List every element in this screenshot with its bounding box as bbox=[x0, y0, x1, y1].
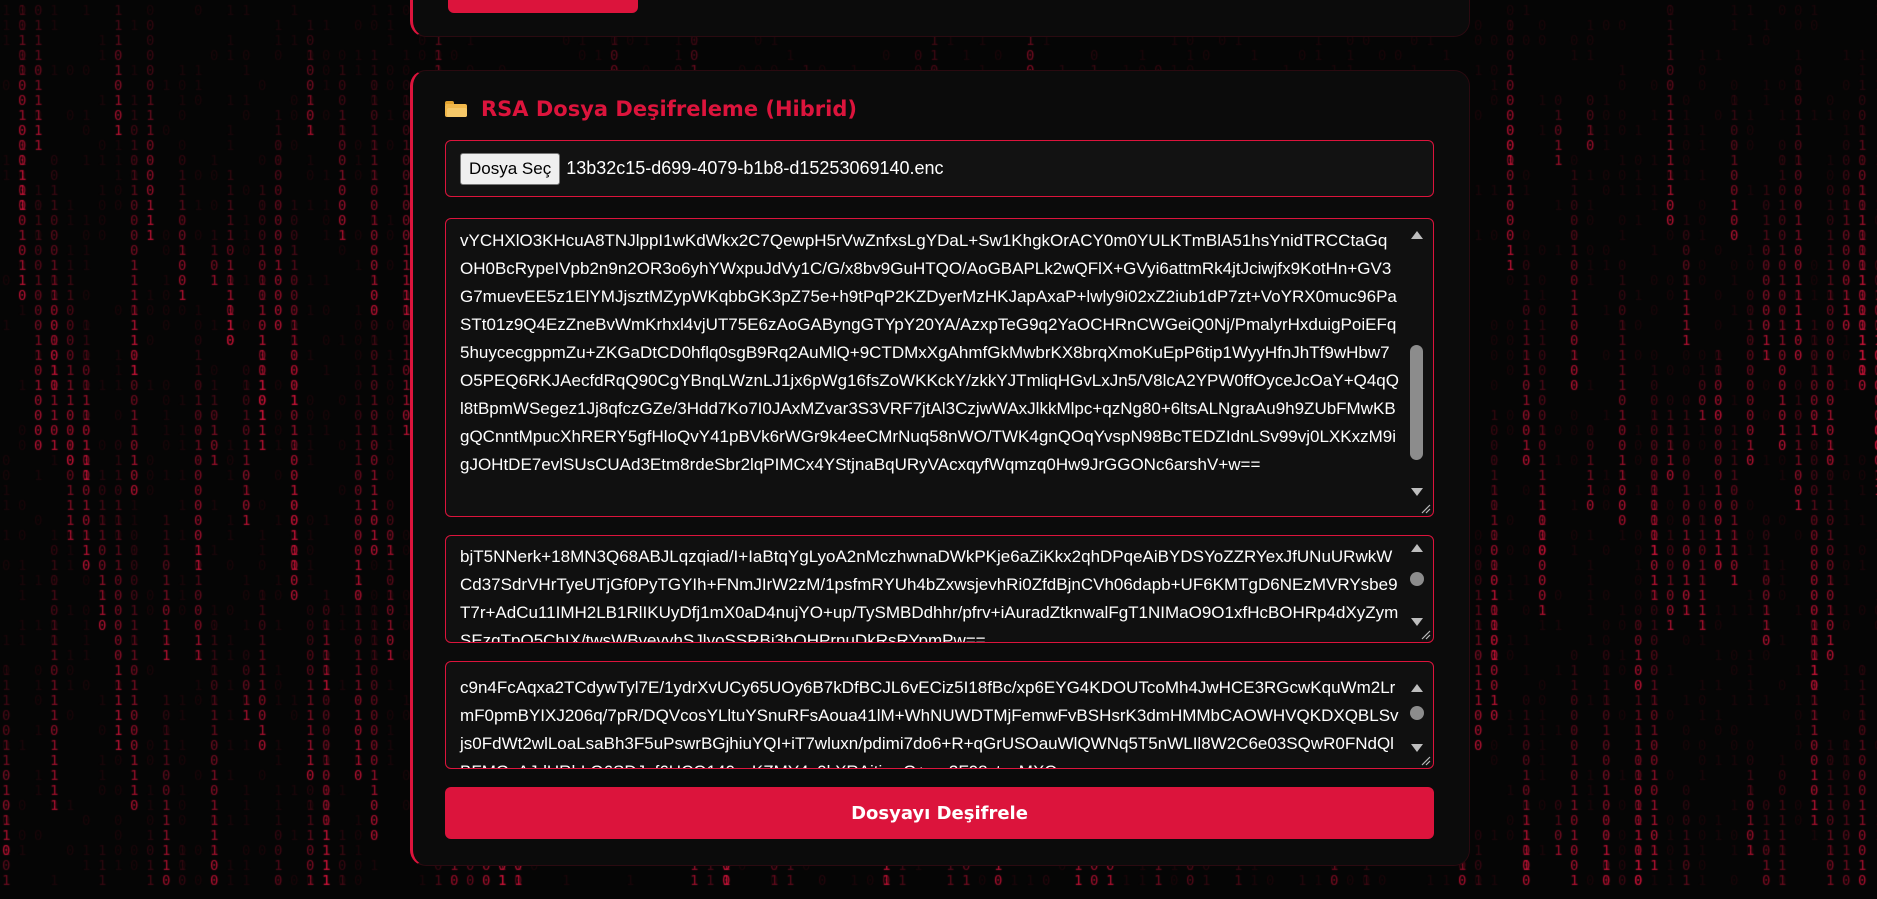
scroll-down-icon[interactable] bbox=[1411, 488, 1423, 496]
selected-file-name: 13b32c15-d699-4079-b1b8-d15253069140.enc bbox=[566, 158, 944, 178]
scroll-up-icon[interactable] bbox=[1411, 684, 1423, 692]
encrypted-key-scrollbar[interactable] bbox=[1407, 540, 1427, 630]
resize-handle-icon[interactable] bbox=[1419, 754, 1431, 766]
encrypted-key-text: bjT5NNerk+18MN3Q68ABJLqzqiad/I+IaBtqYgLy… bbox=[460, 547, 1399, 643]
private-key-text: vYCHXlO3KHcuA8TNJlppI1wKdWkx2C7QewpH5rVw… bbox=[460, 231, 1399, 474]
section-title: RSA Dosya Deşifreleme (Hibrid) bbox=[445, 94, 857, 124]
previous-section-button[interactable] bbox=[448, 0, 638, 13]
scroll-down-icon[interactable] bbox=[1411, 618, 1423, 626]
encrypted-data-scrollbar[interactable] bbox=[1407, 680, 1427, 756]
scroll-up-icon[interactable] bbox=[1411, 544, 1423, 552]
previous-section-card bbox=[410, 0, 1470, 37]
encrypted-key-textarea[interactable]: bjT5NNerk+18MN3Q68ABJLqzqiad/I+IaBtqYgLy… bbox=[445, 535, 1434, 643]
choose-file-button[interactable]: Dosya Seç bbox=[460, 152, 561, 185]
section-title-text: RSA Dosya Deşifreleme (Hibrid) bbox=[481, 97, 857, 121]
folder-icon bbox=[445, 101, 467, 117]
resize-handle-icon[interactable] bbox=[1419, 628, 1431, 640]
scroll-thumb[interactable] bbox=[1410, 572, 1424, 586]
encrypted-data-text: c9n4FcAqxa2TCdywTyl7E/1ydrXvUCy65UOy6B7k… bbox=[460, 678, 1399, 768]
resize-handle-icon[interactable] bbox=[1419, 502, 1431, 514]
private-key-textarea[interactable]: vYCHXlO3KHcuA8TNJlppI1wKdWkx2C7QewpH5rVw… bbox=[445, 218, 1434, 517]
decrypt-file-button[interactable]: Dosyayı Deşifrele bbox=[445, 787, 1434, 839]
scroll-thumb[interactable] bbox=[1410, 706, 1424, 720]
private-key-scrollbar[interactable] bbox=[1407, 225, 1427, 502]
scroll-down-icon[interactable] bbox=[1411, 744, 1423, 752]
file-input[interactable]: Dosya Seç 13b32c15-d699-4079-b1b8-d15253… bbox=[445, 140, 1434, 197]
scroll-thumb[interactable] bbox=[1410, 345, 1423, 460]
encrypted-data-textarea[interactable]: c9n4FcAqxa2TCdywTyl7E/1ydrXvUCy65UOy6B7k… bbox=[445, 661, 1434, 769]
scroll-up-icon[interactable] bbox=[1411, 231, 1423, 239]
